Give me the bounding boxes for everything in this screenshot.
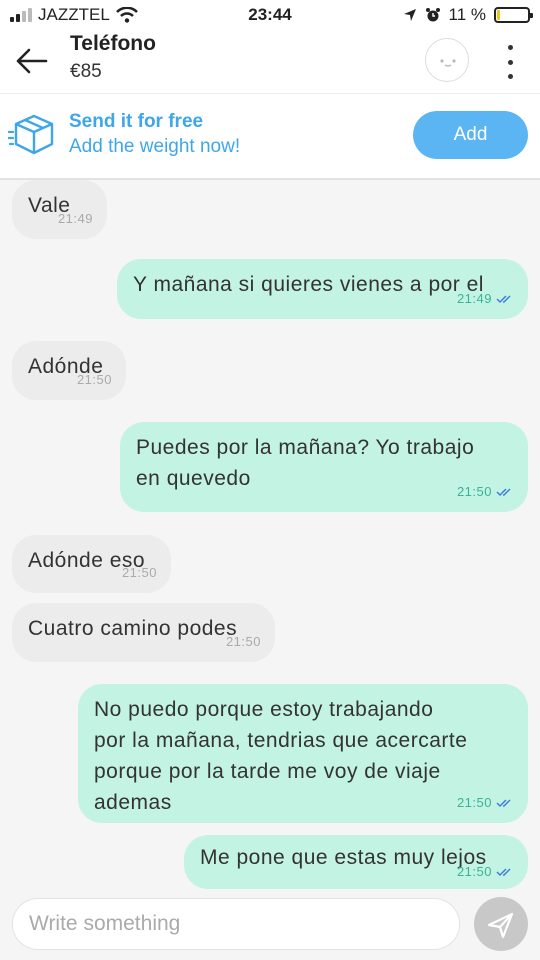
item-price: €85 <box>70 61 102 82</box>
message-bubble[interactable]: Cuatro camino podes 21:50 <box>12 603 275 662</box>
message-time: 21:50 <box>225 634 261 649</box>
message-bubble[interactable]: Puedes por la mañana? Yo trabajo en queve… <box>120 422 528 512</box>
message-time: 21:49 <box>456 291 492 306</box>
location-icon <box>403 9 416 21</box>
box-icon <box>8 114 54 155</box>
shipping-promo-banner: Send it for free Add the weight now! Add <box>0 94 540 180</box>
send-icon <box>487 912 514 939</box>
message-bubble[interactable]: Me pone que estas muy lejos 21:50 <box>184 835 528 889</box>
avatar[interactable] <box>425 38 469 82</box>
back-arrow-icon[interactable] <box>14 46 48 76</box>
message-time: 21:49 <box>57 211 93 226</box>
message-time: 21:50 <box>456 864 492 879</box>
battery-icon <box>494 7 533 23</box>
promo-title: Send it for free <box>69 111 204 132</box>
read-ticks-icon <box>496 487 511 496</box>
promo-subtitle: Add the weight now! <box>69 136 241 157</box>
add-weight-button[interactable]: Add <box>413 111 528 159</box>
item-title[interactable]: Teléfono <box>70 32 156 56</box>
message-bubble[interactable]: No puedo porque estoy trabajando por la m… <box>78 684 528 823</box>
battery-percent: 11 % <box>448 5 487 24</box>
more-options-icon[interactable] <box>498 42 522 82</box>
read-ticks-icon <box>496 294 511 303</box>
battery-level-fill <box>497 10 500 20</box>
read-ticks-icon <box>496 798 511 807</box>
avatar-face-icon <box>440 59 456 67</box>
message-composer <box>0 890 540 960</box>
message-bubble[interactable]: Y mañana si quieres vienes a por el 21:4… <box>117 259 528 319</box>
message-time: 21:50 <box>456 795 492 810</box>
message-bubble[interactable]: Vale 21:49 <box>12 180 107 239</box>
send-button[interactable] <box>474 897 528 951</box>
message-time: 21:50 <box>121 565 157 580</box>
message-bubble[interactable]: Adónde 21:50 <box>12 341 126 400</box>
message-bubble[interactable]: Adónde eso 21:50 <box>12 535 171 593</box>
message-input[interactable] <box>12 898 460 950</box>
status-bar: JAZZTEL 23:44 11 % <box>0 0 540 32</box>
alarm-icon <box>425 8 440 22</box>
message-time: 21:50 <box>76 372 112 387</box>
message-time: 21:50 <box>456 484 492 499</box>
chat-header: Teléfono €85 <box>0 32 540 94</box>
read-ticks-icon <box>496 867 511 876</box>
